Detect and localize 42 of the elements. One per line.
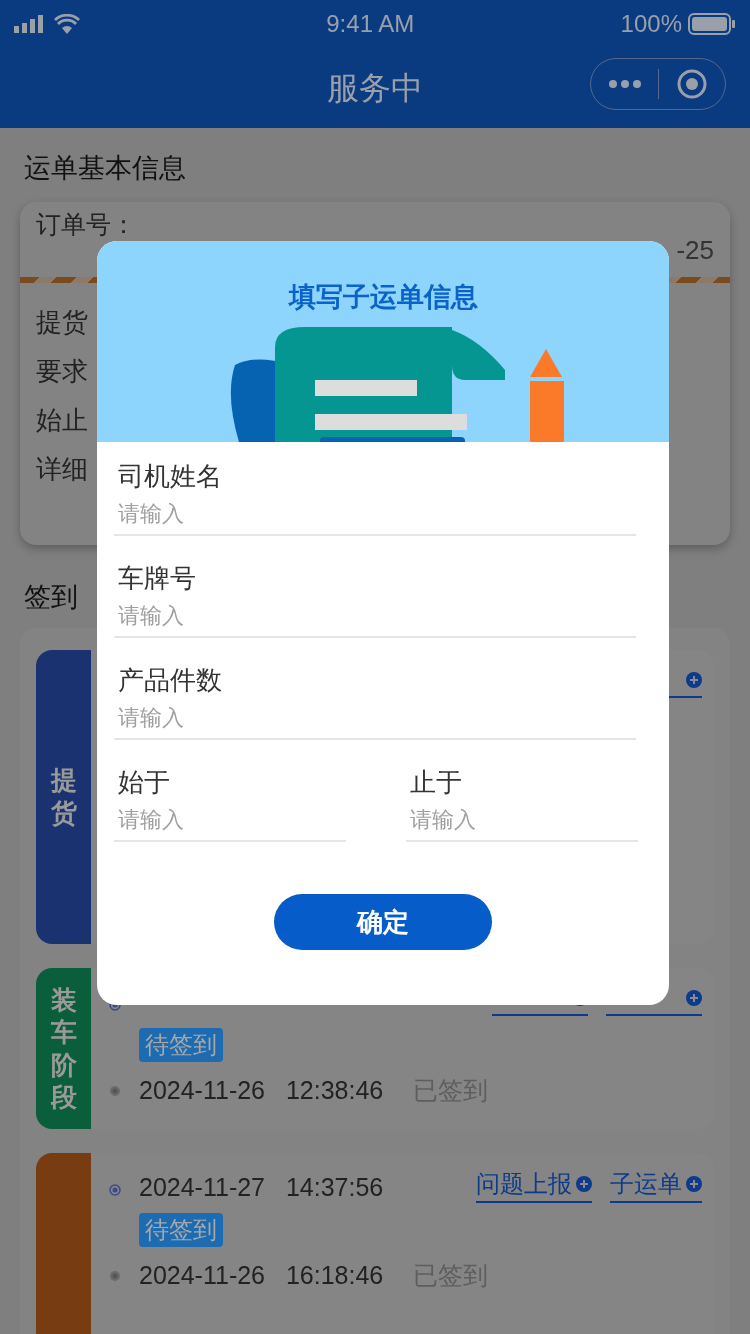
field-label: 始于 <box>117 766 171 799</box>
field-label: 产品件数 <box>117 664 223 697</box>
event-time: 2024-11-26 16:18:46 <box>139 1260 384 1292</box>
battery-icon <box>688 13 736 35</box>
info-label: 始止 <box>36 404 88 437</box>
page-title: 服务中 <box>327 69 423 108</box>
stage-label: 提货 <box>50 764 77 830</box>
link[interactable]: 子运单 <box>610 1169 702 1204</box>
stage-label: 装车阶段 <box>50 983 77 1114</box>
event-time: 2024-11-26 12:38:46 <box>139 1074 384 1106</box>
pending-badge: 待签到 <box>139 1213 223 1248</box>
field-label: 止于 <box>409 766 463 799</box>
wifi-icon <box>54 14 80 34</box>
plus-icon <box>686 989 702 1006</box>
target-icon[interactable] <box>677 69 707 99</box>
plus-icon <box>576 1176 592 1193</box>
pending-badge: 待签到 <box>139 1027 223 1062</box>
dialog-title: 填写子运单信息 <box>287 281 479 314</box>
battery-percent: 100% <box>620 9 682 39</box>
timeline-dot-icon <box>109 1084 121 1097</box>
link[interactable]: 问题上报 <box>476 1169 592 1204</box>
input-field[interactable]: 请输入 <box>114 698 636 740</box>
confirm-button[interactable]: 确定 <box>274 894 492 950</box>
input-field[interactable]: 请输入 <box>114 494 636 536</box>
input-field[interactable]: 请输入 <box>114 596 636 638</box>
field-label: 司机姓名 <box>117 460 223 493</box>
plus-icon <box>686 1176 702 1193</box>
section-heading: 运单基本信息 <box>24 153 186 183</box>
input-field[interactable]: 请输入 <box>406 800 638 842</box>
event-time: 2024-11-27 14:37:56 <box>139 1172 384 1204</box>
input-field[interactable]: 请输入 <box>114 800 346 842</box>
info-label: 详细 <box>36 453 88 486</box>
status-time: 9:41 AM <box>325 9 415 39</box>
info-label: 提货 <box>36 306 88 339</box>
order-label: 订单号： <box>36 210 136 238</box>
info-label: 要求 <box>36 355 88 388</box>
plus-icon <box>686 672 702 688</box>
order-date: -25 <box>676 234 714 266</box>
section-heading: 签到 <box>24 582 78 612</box>
field-label: 车牌号 <box>117 562 197 595</box>
timeline-dot-icon <box>109 1270 121 1283</box>
more-icon[interactable] <box>608 79 642 89</box>
